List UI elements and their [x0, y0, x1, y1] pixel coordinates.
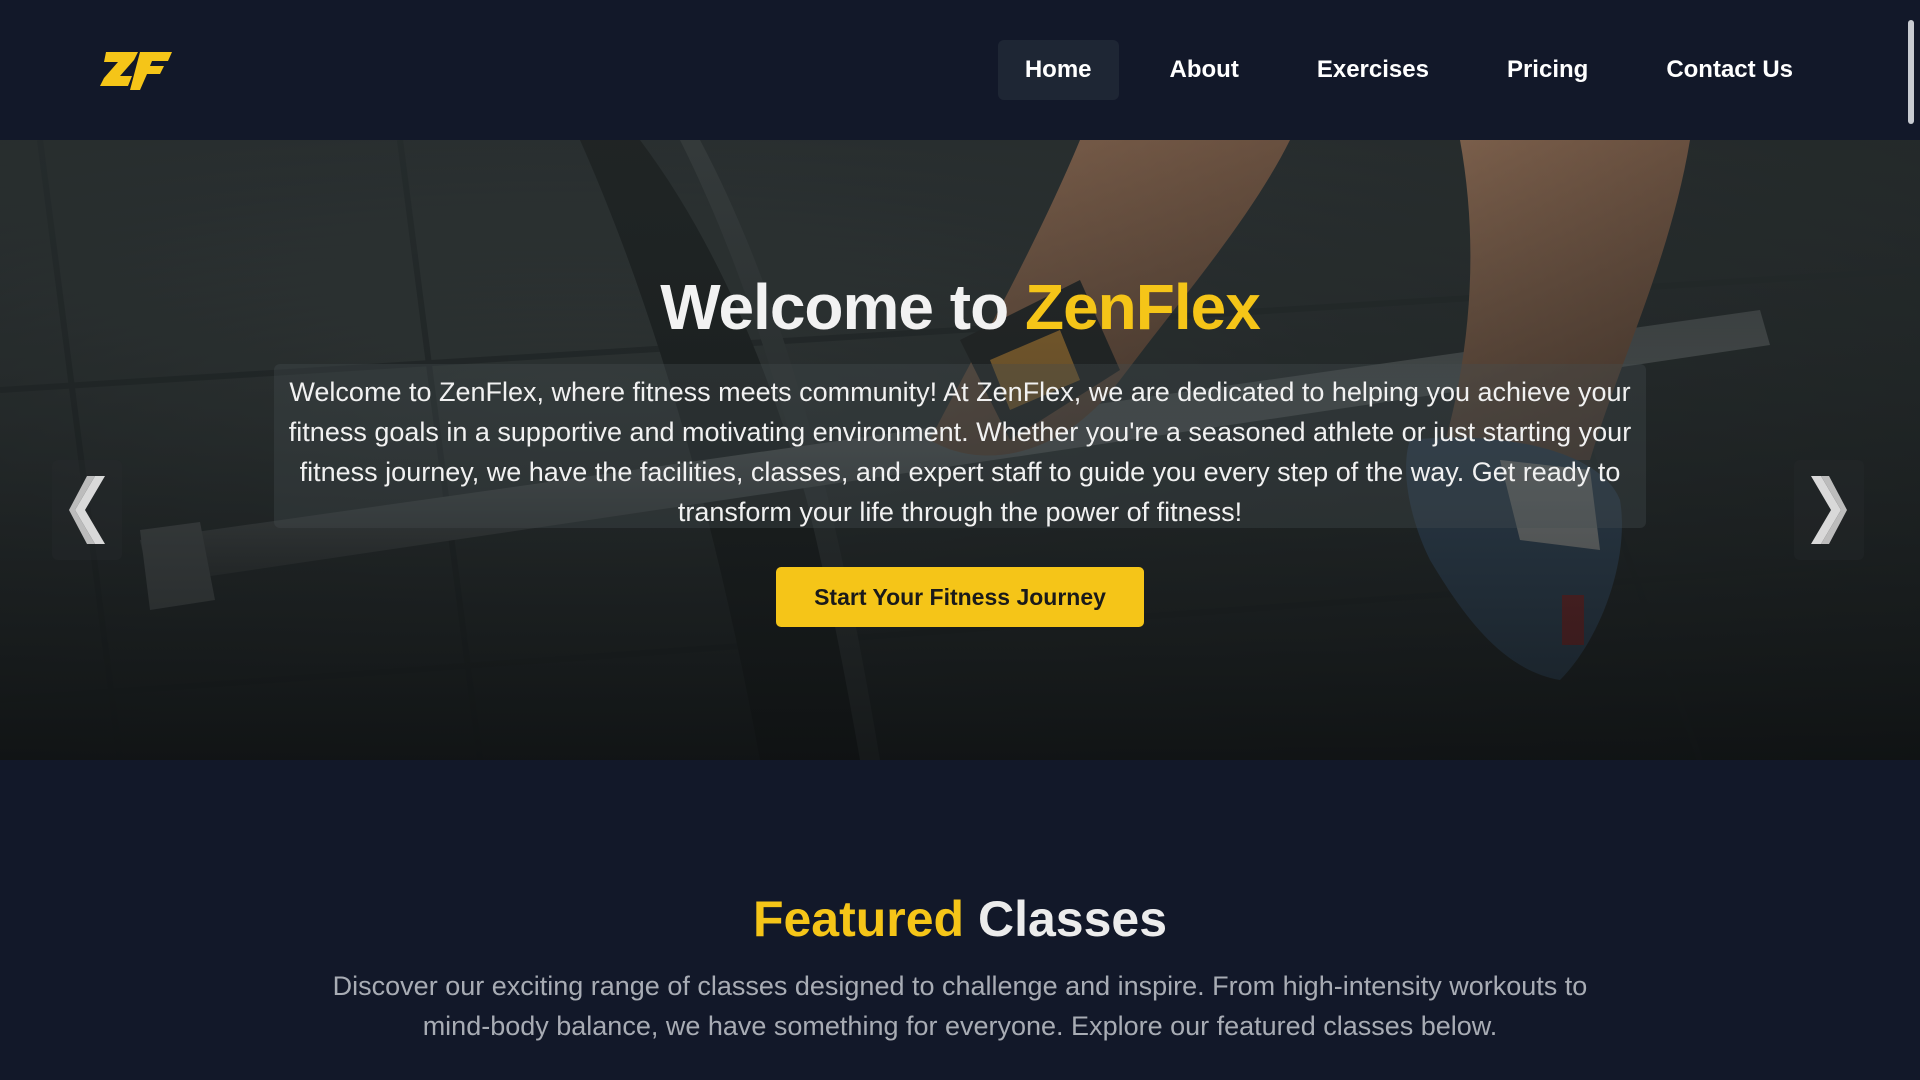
carousel-next-button[interactable]: [1794, 460, 1864, 560]
main-nav: Home About Exercises Pricing Contact Us: [997, 40, 1820, 100]
page-scrollbar[interactable]: [1908, 20, 1914, 124]
chevron-right-icon: [1811, 476, 1847, 544]
carousel-prev-button[interactable]: [52, 460, 122, 560]
featured-classes-description: Discover our exciting range of classes d…: [332, 971, 1588, 1041]
site-header: Home About Exercises Pricing Contact Us: [0, 0, 1920, 140]
chevron-left-icon: [69, 476, 105, 544]
nav-item-about[interactable]: About: [1143, 40, 1266, 100]
hero-title: Welcome to ZenFlex: [660, 271, 1261, 343]
hero-title-brand: ZenFlex: [1024, 271, 1261, 343]
nav-item-contact-us[interactable]: Contact Us: [1639, 40, 1820, 100]
featured-classes-title: Featured Classes: [752, 891, 1168, 947]
nav-item-home[interactable]: Home: [997, 40, 1119, 100]
start-fitness-journey-button[interactable]: Start Your Fitness Journey: [776, 567, 1144, 627]
nav-item-exercises[interactable]: Exercises: [1290, 40, 1456, 100]
hero-description: Welcome to ZenFlex, where fitness meets …: [274, 364, 1646, 528]
zf-logo-icon: [100, 52, 172, 90]
zenflex-logo[interactable]: [100, 48, 174, 92]
hero-carousel: Welcome to ZenFlex Welcome to ZenFlex, w…: [0, 140, 1920, 760]
nav-item-pricing[interactable]: Pricing: [1480, 40, 1615, 100]
